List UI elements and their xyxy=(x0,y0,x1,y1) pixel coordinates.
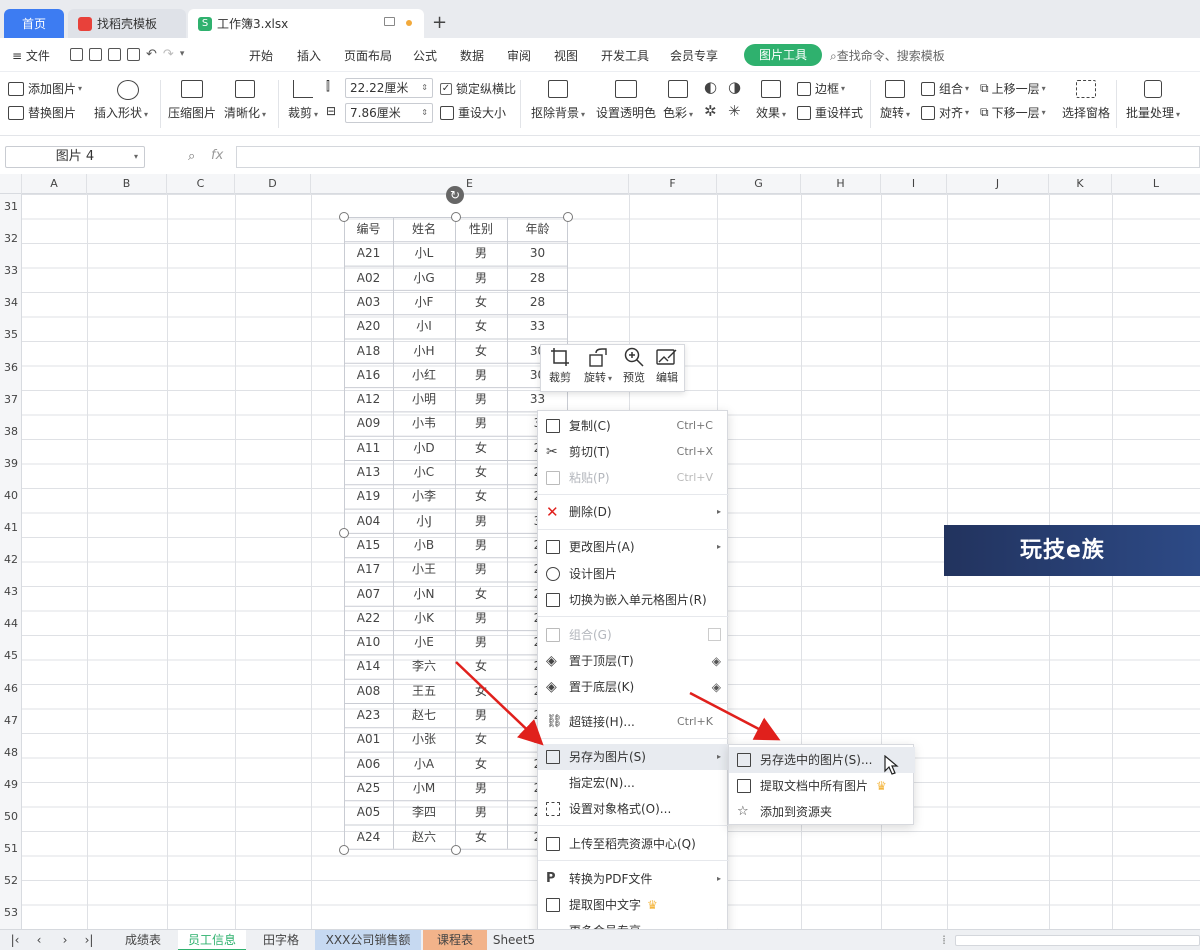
sheet-tab[interactable]: Sheet5 xyxy=(490,930,538,950)
first-sheet-icon[interactable]: |‹ xyxy=(6,930,24,950)
next-sheet-icon[interactable]: › xyxy=(56,930,74,950)
sheet-tab-bar: |‹ ‹ › ›| 成绩表 员工信息 田字格 XXX公司销售额 课程表 Shee… xyxy=(0,929,1200,950)
arrow-to-save-selected xyxy=(689,691,781,741)
annotation-arrows xyxy=(455,661,781,746)
arrow-to-save-as xyxy=(455,661,544,746)
sheet-tab[interactable]: 成绩表 xyxy=(110,930,176,950)
sheet-tab-active[interactable]: 员工信息 xyxy=(178,930,246,950)
horizontal-scrollbar[interactable] xyxy=(955,935,1200,946)
scroll-splitter[interactable]: ⁞ xyxy=(940,930,948,950)
sheet-tab[interactable]: XXX公司销售额 xyxy=(315,930,421,950)
watermark-logo: 玩技e族 xyxy=(944,525,1200,576)
sheet-tab[interactable]: 课程表 xyxy=(423,930,487,950)
last-sheet-icon[interactable]: ›| xyxy=(80,930,98,950)
prev-sheet-icon[interactable]: ‹ xyxy=(30,930,48,950)
sheet-tab[interactable]: 田字格 xyxy=(250,930,312,950)
mouse-cursor-icon xyxy=(884,755,899,775)
